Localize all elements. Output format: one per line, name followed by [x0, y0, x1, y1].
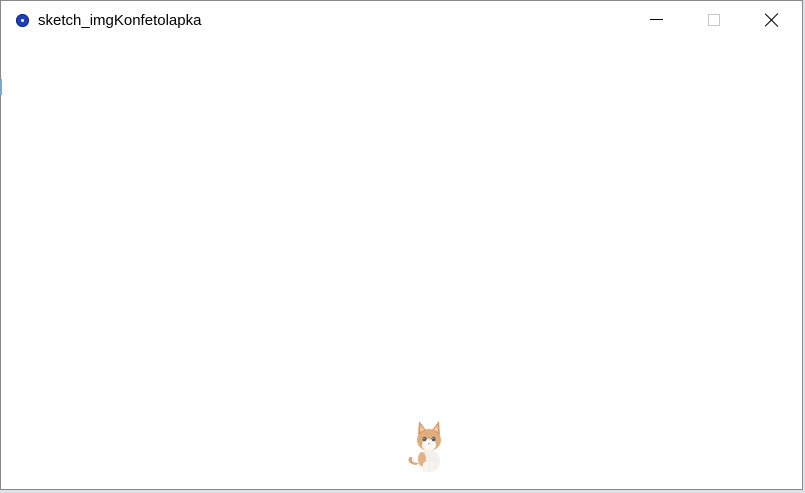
window-title: sketch_imgKonfetolapka	[38, 12, 202, 29]
sketch-canvas[interactable]	[1, 39, 802, 489]
window-edge-accent	[0, 79, 2, 95]
processing-icon	[16, 14, 29, 27]
title-bar[interactable]: sketch_imgKonfetolapka	[1, 1, 802, 39]
close-button[interactable]	[743, 1, 800, 39]
kitten-sprite	[408, 421, 441, 472]
minimize-button[interactable]	[628, 1, 685, 39]
maximize-icon	[708, 14, 720, 26]
close-icon	[765, 13, 779, 27]
app-window: sketch_imgKonfetolapka	[0, 0, 803, 490]
maximize-button[interactable]	[685, 1, 742, 39]
minimize-icon	[650, 19, 663, 20]
